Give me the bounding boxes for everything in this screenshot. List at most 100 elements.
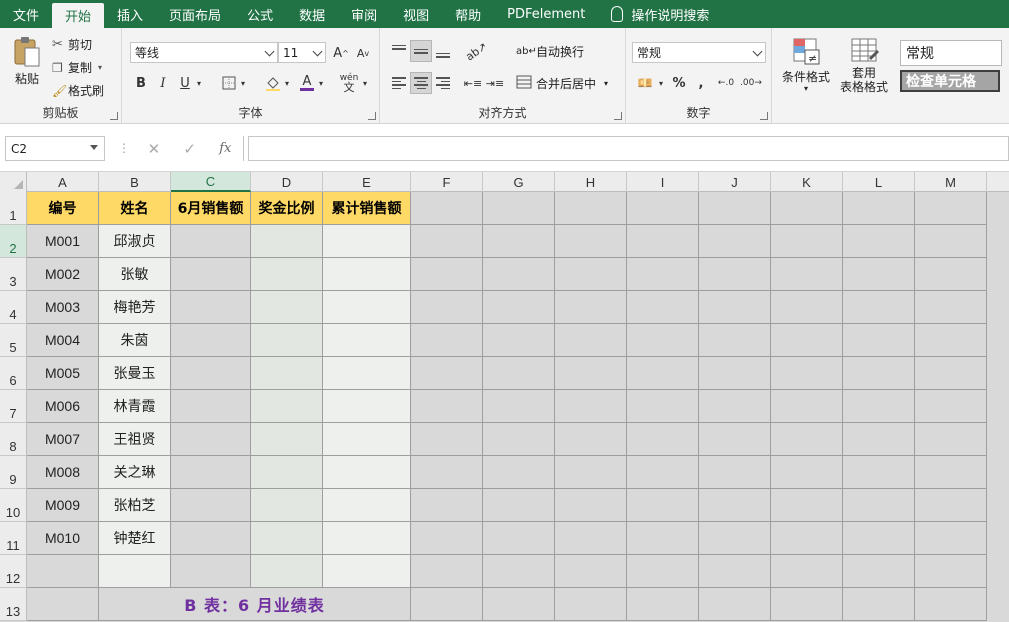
- column-header-e[interactable]: E: [323, 172, 411, 192]
- cell-h2[interactable]: [555, 225, 627, 258]
- cell-k12[interactable]: [771, 555, 843, 588]
- align-left-button[interactable]: [388, 72, 410, 94]
- cell-j1[interactable]: [699, 192, 771, 225]
- cell-a8[interactable]: M007: [27, 423, 99, 456]
- cell-e9[interactable]: [323, 456, 411, 489]
- cell-e12[interactable]: [323, 555, 411, 588]
- merge-center-button[interactable]: 合并后居中 ▾: [516, 75, 608, 92]
- cell-a11[interactable]: M010: [27, 522, 99, 555]
- column-header-j[interactable]: J: [699, 172, 771, 192]
- cell-l8[interactable]: [843, 423, 915, 456]
- cell-j2[interactable]: [699, 225, 771, 258]
- paste-button[interactable]: 粘贴: [8, 36, 46, 87]
- cell-m6[interactable]: [915, 357, 987, 390]
- cell-g7[interactable]: [483, 390, 555, 423]
- row-header-9[interactable]: 9: [0, 456, 27, 489]
- tab-home[interactable]: 开始: [52, 3, 105, 28]
- row-header-3[interactable]: 3: [0, 258, 27, 291]
- cell-a3[interactable]: M002: [27, 258, 99, 291]
- cell-f6[interactable]: [411, 357, 483, 390]
- cell-g5[interactable]: [483, 324, 555, 357]
- borders-button[interactable]: [218, 72, 240, 94]
- cell-k11[interactable]: [771, 522, 843, 555]
- cell-h1[interactable]: [555, 192, 627, 225]
- font-launcher-icon[interactable]: [368, 112, 376, 120]
- cell-g6[interactable]: [483, 357, 555, 390]
- number-format-select[interactable]: 常规: [632, 42, 766, 63]
- cell-j5[interactable]: [699, 324, 771, 357]
- cell-k4[interactable]: [771, 291, 843, 324]
- cell-d7[interactable]: [251, 390, 323, 423]
- cell-b2[interactable]: 邱淑贞: [99, 225, 171, 258]
- cell-m13[interactable]: [915, 588, 987, 621]
- cell-m9[interactable]: [915, 456, 987, 489]
- accounting-dropdown-icon[interactable]: ▾: [656, 72, 666, 94]
- underline-dropdown-icon[interactable]: ▾: [194, 72, 204, 94]
- cell-b7[interactable]: 林青霞: [99, 390, 171, 423]
- cell-i4[interactable]: [627, 291, 699, 324]
- row-header-1[interactable]: 1: [0, 192, 27, 225]
- cell-j7[interactable]: [699, 390, 771, 423]
- copy-dropdown-icon[interactable]: ▾: [98, 63, 102, 72]
- cell-c11[interactable]: [171, 522, 251, 555]
- cell-f9[interactable]: [411, 456, 483, 489]
- cell-e1[interactable]: 累计销售额: [323, 192, 411, 225]
- cell-h4[interactable]: [555, 291, 627, 324]
- cell-i13[interactable]: [627, 588, 699, 621]
- row-header-8[interactable]: 8: [0, 423, 27, 456]
- alignment-launcher-icon[interactable]: [614, 112, 622, 120]
- cell-f2[interactable]: [411, 225, 483, 258]
- cell-e2[interactable]: [323, 225, 411, 258]
- increase-indent-button[interactable]: ⇥≡: [484, 72, 506, 94]
- cell-m8[interactable]: [915, 423, 987, 456]
- cell-c4[interactable]: [171, 291, 251, 324]
- row-header-10[interactable]: 10: [0, 489, 27, 522]
- cell-l5[interactable]: [843, 324, 915, 357]
- row-header-13[interactable]: 13: [0, 588, 27, 621]
- cell-j12[interactable]: [699, 555, 771, 588]
- column-header-c[interactable]: C: [171, 172, 251, 192]
- cell-m1[interactable]: [915, 192, 987, 225]
- cell-j8[interactable]: [699, 423, 771, 456]
- cell-i1[interactable]: [627, 192, 699, 225]
- cell-h7[interactable]: [555, 390, 627, 423]
- cell-e4[interactable]: [323, 291, 411, 324]
- tab-insert[interactable]: 插入: [104, 0, 156, 28]
- cell-a10[interactable]: M009: [27, 489, 99, 522]
- cell-b9[interactable]: 关之琳: [99, 456, 171, 489]
- cell-k13[interactable]: [771, 588, 843, 621]
- merge-dropdown-icon[interactable]: ▾: [604, 79, 608, 88]
- cell-b5[interactable]: 朱茵: [99, 324, 171, 357]
- phonetic-dropdown-icon[interactable]: ▾: [360, 72, 370, 94]
- cell-c12[interactable]: [171, 555, 251, 588]
- cell-k8[interactable]: [771, 423, 843, 456]
- cell-l12[interactable]: [843, 555, 915, 588]
- cell-c8[interactable]: [171, 423, 251, 456]
- decrease-decimal-button[interactable]: .00→: [738, 72, 764, 94]
- cell-h9[interactable]: [555, 456, 627, 489]
- column-header-m[interactable]: M: [915, 172, 987, 192]
- cell-k1[interactable]: [771, 192, 843, 225]
- cell-g2[interactable]: [483, 225, 555, 258]
- cell-d5[interactable]: [251, 324, 323, 357]
- cell-l1[interactable]: [843, 192, 915, 225]
- cell-e11[interactable]: [323, 522, 411, 555]
- grow-font-button[interactable]: A ^: [330, 42, 352, 64]
- cell-a4[interactable]: M003: [27, 291, 99, 324]
- column-header-b[interactable]: B: [99, 172, 171, 192]
- italic-button[interactable]: I: [152, 72, 174, 94]
- cell-l13[interactable]: [843, 588, 915, 621]
- accounting-format-button[interactable]: 💴: [632, 72, 658, 94]
- row-header-4[interactable]: 4: [0, 291, 27, 324]
- cell-f11[interactable]: [411, 522, 483, 555]
- cell-a9[interactable]: M008: [27, 456, 99, 489]
- cell-m7[interactable]: [915, 390, 987, 423]
- cell-h6[interactable]: [555, 357, 627, 390]
- insert-function-icon[interactable]: fx: [219, 141, 231, 156]
- cell-j6[interactable]: [699, 357, 771, 390]
- cell-g11[interactable]: [483, 522, 555, 555]
- column-header-a[interactable]: A: [27, 172, 99, 192]
- cell-g9[interactable]: [483, 456, 555, 489]
- cell-d11[interactable]: [251, 522, 323, 555]
- cell-f5[interactable]: [411, 324, 483, 357]
